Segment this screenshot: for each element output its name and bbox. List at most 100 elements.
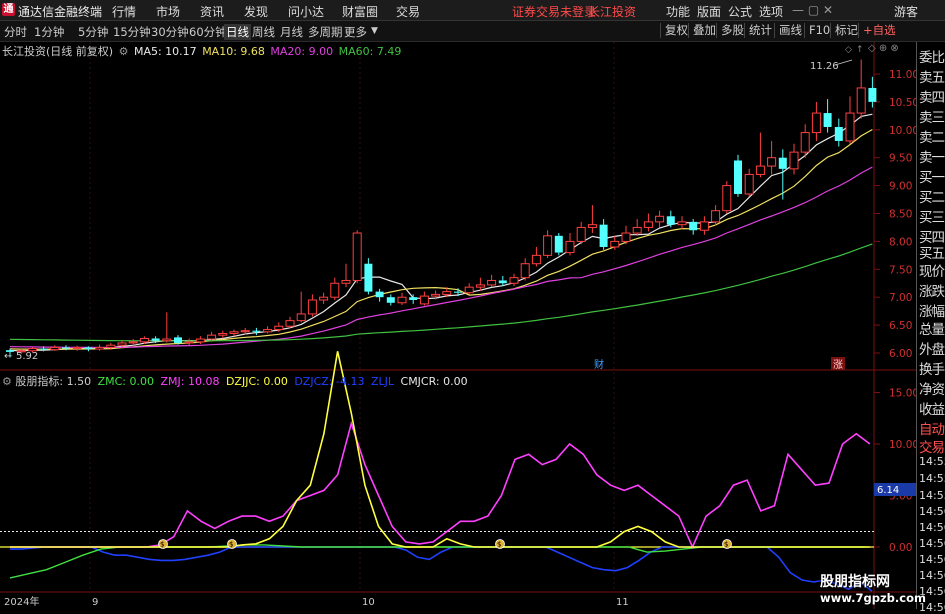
draw-line-button[interactable]: 画线	[774, 23, 806, 38]
signal-coin-icon[interactable]: $	[227, 539, 237, 549]
right-panel-item-3[interactable]: 卖三	[919, 106, 945, 126]
moving-average-lines	[9, 113, 873, 352]
indicator-info: ⚙ 股朋指标: 1.50 ZMC: 0.00 ZMJ: 10.08 DZJJC:…	[2, 373, 468, 389]
window-controls-icon[interactable]: — ▢ ✕	[792, 3, 833, 17]
right-panel-item-17[interactable]: 净资	[919, 378, 945, 398]
candle-body	[823, 113, 832, 128]
indicator-name[interactable]: 股朋指标	[15, 375, 59, 388]
stock-name-link[interactable]: 长江投资	[588, 3, 636, 20]
right-panel-item-28[interactable]: 14:56	[919, 569, 945, 582]
rise-marker[interactable]: 涨	[833, 359, 843, 371]
candle-body	[375, 291, 384, 298]
price-tick-label: 9.00	[889, 181, 912, 193]
right-panel-item-25[interactable]: 14:56	[919, 521, 945, 534]
candle-body	[419, 295, 429, 305]
x-label-nov: 11	[616, 597, 629, 608]
zmj-line	[10, 420, 871, 549]
candle-body	[509, 277, 519, 284]
right-panel-item-23[interactable]: 14:55	[919, 489, 945, 502]
menu-banmian[interactable]: 版面	[697, 3, 721, 20]
signal-coin-icon[interactable]: $	[158, 539, 168, 549]
right-panel-item-4[interactable]: 卖二	[919, 126, 945, 146]
candle-body	[174, 337, 182, 343]
login-status-link[interactable]: 证券交易未登录	[512, 3, 596, 20]
chart-area[interactable]: 11.00 10.50 10.00 9.50 9.00 8.50 8.00 7.50 7.00 6…	[0, 42, 916, 609]
right-panel-item-11[interactable]: 现价	[919, 260, 945, 280]
right-panel-item-0[interactable]: 委比	[919, 46, 945, 66]
right-panel-item-24[interactable]: 14:56	[919, 505, 945, 518]
candle-body	[274, 325, 284, 331]
chart-options-icon[interactable]: ◇ ⊕ ⊗	[868, 43, 899, 54]
candle-body	[39, 348, 48, 350]
menu-jiaoyi[interactable]: 交易	[396, 3, 420, 20]
candle-body	[330, 282, 340, 298]
right-panel-item-16[interactable]: 换手	[919, 358, 945, 378]
candle-body	[431, 293, 441, 297]
indicator-settings-icon[interactable]: ⚙	[2, 375, 12, 388]
period-fenshi[interactable]: 分时	[4, 24, 27, 40]
price-tick-label: 9.50	[889, 153, 912, 165]
right-panel-item-5[interactable]: 卖一	[919, 146, 945, 166]
right-panel-item-12[interactable]: 涨跌	[919, 280, 945, 300]
candle-body	[531, 254, 541, 265]
current-value-label: 6.14	[877, 485, 899, 496]
right-panel-item-18[interactable]: 收益	[919, 398, 945, 418]
candle-body	[62, 347, 70, 349]
right-panel-item-15[interactable]: 外盘	[919, 338, 945, 358]
period-more[interactable]: 更多	[344, 24, 367, 40]
candle-body	[722, 185, 732, 212]
zljl-label: ZLJL	[370, 375, 395, 388]
candle-body	[576, 226, 586, 242]
right-panel-item-8[interactable]: 买三	[919, 206, 945, 226]
right-panel-item-21[interactable]: 14:55	[919, 455, 945, 468]
period-weekly[interactable]: 周线	[252, 24, 275, 40]
user-label[interactable]: 游客	[894, 3, 918, 20]
period-multi[interactable]: 多周期	[308, 24, 343, 40]
menu-faxian[interactable]: 发现	[244, 3, 268, 20]
x-label-oct: 10	[362, 597, 375, 608]
signal-coin-icon[interactable]: $	[722, 539, 732, 549]
right-panel-item-27[interactable]: 14:56	[919, 553, 945, 566]
menu-gongneng[interactable]: 功能	[666, 3, 690, 20]
period-15min[interactable]: 15分钟	[113, 24, 151, 40]
right-panel-item-6[interactable]: 买一	[919, 166, 945, 186]
menu-hangqing[interactable]: 行情	[112, 3, 136, 20]
right-panel-item-22[interactable]: 14:55	[919, 472, 945, 485]
right-panel-item-10[interactable]: 买五	[919, 242, 945, 262]
dropdown-arrow-icon[interactable]: ▼	[371, 26, 378, 36]
candle-body	[229, 331, 239, 334]
menu-gongshi[interactable]: 公式	[728, 3, 752, 20]
right-panel-item-7[interactable]: 买二	[919, 186, 945, 206]
candle-body	[789, 151, 799, 170]
signal-coin-icon[interactable]: $	[495, 539, 505, 549]
menu-caifuquan[interactable]: 财富圈	[342, 3, 378, 20]
candle-body	[252, 330, 261, 332]
candle-body	[117, 342, 127, 346]
svg-text:$: $	[160, 541, 164, 549]
period-60min[interactable]: 60分钟	[189, 24, 227, 40]
right-panel-item-1[interactable]: 卖五	[919, 66, 945, 86]
right-panel-item-14[interactable]: 总量	[919, 318, 945, 338]
price-axis: 11.00 10.50 10.00 9.50 9.00 8.50 8.00 7.50 7.00 6…	[874, 69, 916, 360]
period-5min[interactable]: 5分钟	[78, 24, 108, 40]
menu-xuanxiang[interactable]: 选项	[759, 3, 783, 20]
right-panel-item-19[interactable]: 自动	[919, 418, 945, 438]
period-30min[interactable]: 30分钟	[151, 24, 189, 40]
period-1min[interactable]: 1分钟	[34, 24, 64, 40]
right-panel-item-26[interactable]: 14:56	[919, 537, 945, 550]
menu-zixun[interactable]: 资讯	[200, 3, 224, 20]
add-favorite-button[interactable]: +自选	[858, 23, 900, 38]
candle-body	[386, 297, 395, 303]
period-monthly[interactable]: 月线	[280, 24, 303, 40]
right-panel-item-2[interactable]: 卖四	[919, 86, 945, 106]
menu-shichang[interactable]: 市场	[156, 3, 180, 20]
period-daily[interactable]: 日线	[224, 24, 251, 40]
candle-body	[655, 215, 665, 223]
right-panel-item-13[interactable]: 涨幅	[919, 300, 945, 320]
right-panel-item-20[interactable]: 交易	[919, 436, 945, 456]
statistics-button[interactable]: 统计	[744, 23, 776, 38]
settings-gear-icon[interactable]: ⚙	[119, 45, 129, 58]
candle-body	[207, 334, 217, 340]
menu-wenxiaoda[interactable]: 问小达	[288, 3, 324, 20]
finance-marker[interactable]: 财	[594, 358, 604, 371]
